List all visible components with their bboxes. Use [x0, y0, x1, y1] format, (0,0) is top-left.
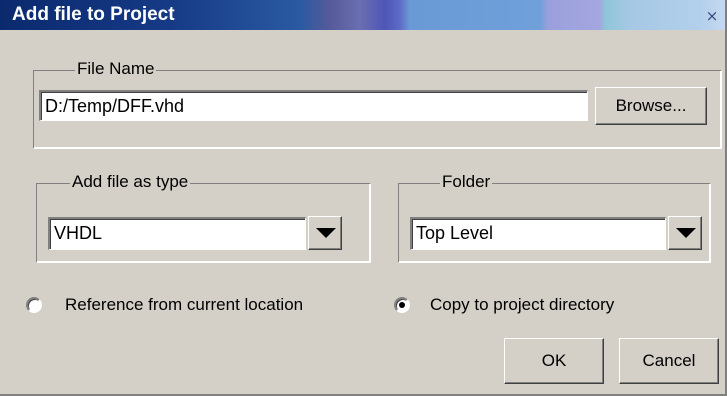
- file-name-input[interactable]: D:/Temp/DFF.vhd: [39, 90, 588, 121]
- add-file-dialog: Add file to Project × File Name D:/Temp/…: [0, 0, 727, 396]
- folder-select[interactable]: Top Level: [410, 217, 666, 250]
- copy-radio-label[interactable]: Copy to project directory: [430, 295, 614, 315]
- browse-button[interactable]: Browse...: [595, 87, 707, 125]
- reference-radio[interactable]: [26, 297, 42, 313]
- chevron-down-icon: [676, 228, 696, 238]
- file-name-value: D:/Temp/DFF.vhd: [45, 96, 185, 116]
- file-name-group: File Name D:/Temp/DFF.vhd Browse...: [33, 58, 721, 148]
- file-type-value: VHDL: [54, 223, 103, 243]
- file-name-group-label: File Name: [75, 58, 157, 80]
- file-type-group-label: Add file as type: [70, 171, 191, 193]
- folder-group-label: Folder: [440, 171, 493, 193]
- chevron-down-icon: [316, 228, 336, 238]
- reference-radio-label[interactable]: Reference from current location: [65, 295, 303, 315]
- copy-radio[interactable]: [394, 297, 410, 313]
- radio-selected-dot: [399, 302, 405, 308]
- cancel-button[interactable]: Cancel: [619, 338, 719, 384]
- folder-value: Top Level: [416, 223, 494, 243]
- window-title: Add file to Project: [12, 4, 175, 25]
- file-type-dropdown-button[interactable]: [308, 216, 342, 250]
- file-type-select[interactable]: VHDL: [48, 217, 306, 250]
- title-bar[interactable]: Add file to Project ×: [0, 0, 725, 30]
- ok-button[interactable]: OK: [504, 338, 604, 384]
- folder-group: Folder Top Level: [398, 171, 710, 262]
- close-icon[interactable]: ×: [704, 8, 720, 24]
- file-type-group: Add file as type VHDL: [36, 171, 370, 262]
- folder-dropdown-button[interactable]: [668, 216, 702, 250]
